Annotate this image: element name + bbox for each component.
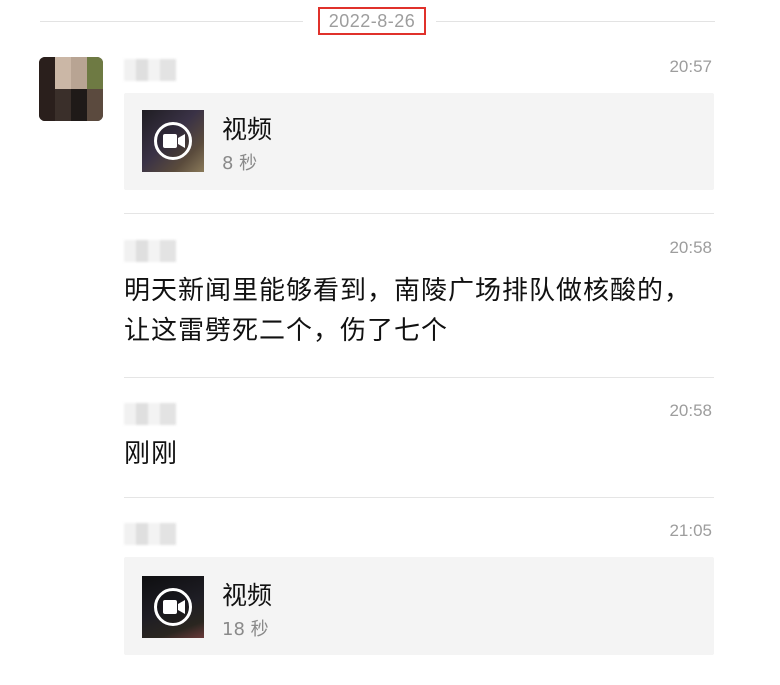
sender-name-blurred [124, 240, 176, 262]
divider-line-right [436, 21, 715, 22]
message-time: 21:05 [669, 521, 712, 540]
video-thumbnail [142, 576, 204, 638]
divider [124, 497, 714, 498]
divider-line-left [40, 21, 303, 22]
sender-name-blurred [124, 523, 176, 545]
divider [124, 213, 714, 214]
video-duration: 18 秒 [222, 619, 269, 640]
card-title: 视频 [222, 581, 273, 610]
sender-name-blurred [124, 59, 176, 81]
message-item: 20:58 明天新闻里能够看到，南陵广场排队做核酸的，让这雷劈死二个，伤了七个 [124, 238, 714, 358]
date-divider: 2022-8-26 [40, 7, 715, 37]
divider [124, 377, 714, 378]
message-item: 20:58 刚刚 [124, 401, 714, 481]
video-camera-icon [154, 588, 192, 626]
video-camera-icon [154, 122, 192, 160]
message-time: 20:58 [669, 238, 712, 257]
sender-name-blurred [124, 403, 176, 425]
video-duration: 8 秒 [222, 153, 258, 174]
message-item: 21:05 视频 18 秒 [124, 521, 714, 661]
message-text: 明天新闻里能够看到，南陵广场排队做核酸的，让这雷劈死二个，伤了七个 [124, 276, 692, 346]
card-title: 视频 [222, 115, 273, 144]
message-text: 刚刚 [124, 439, 179, 469]
message-time: 20:57 [669, 57, 712, 76]
date-label: 2022-8-26 [318, 7, 426, 35]
avatar[interactable] [39, 57, 103, 121]
message-time: 20:58 [669, 401, 712, 420]
video-card[interactable]: 视频 8 秒 [124, 93, 714, 190]
video-thumbnail [142, 110, 204, 172]
message-item: 20:57 视频 8 秒 [124, 57, 714, 191]
video-card[interactable]: 视频 18 秒 [124, 557, 714, 655]
